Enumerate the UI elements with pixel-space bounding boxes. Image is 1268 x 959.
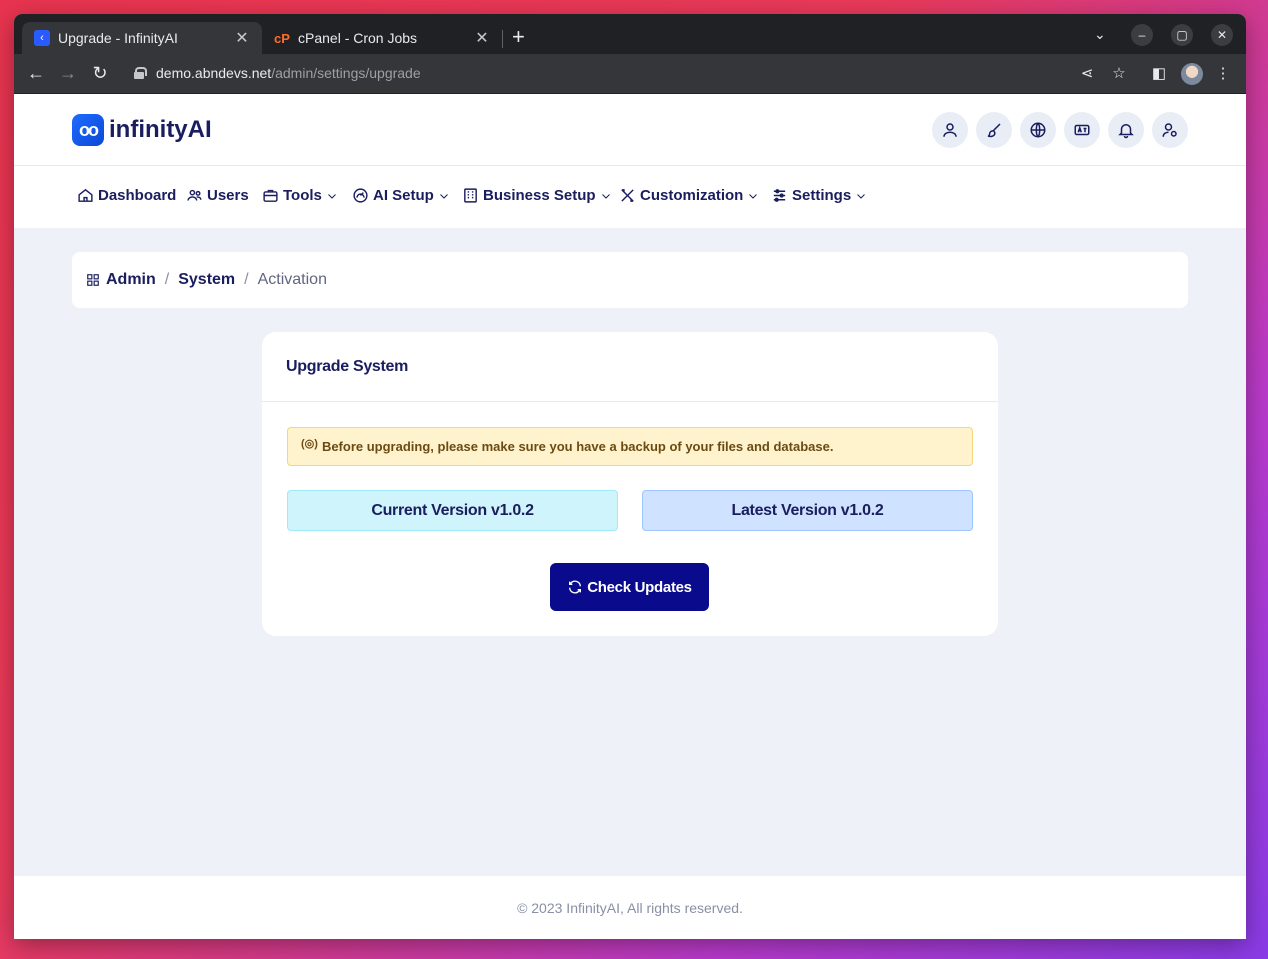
close-tab-icon[interactable]: ✕ <box>234 28 250 48</box>
upgrade-card: Upgrade System (◎) Before upgrading, ple… <box>262 332 998 636</box>
copyright-text: © 2023 InfinityAI, All rights reserved. <box>517 899 743 916</box>
nav-label: AI Setup <box>373 187 434 204</box>
close-window-icon[interactable]: ✕ <box>1211 24 1233 46</box>
nav-settings[interactable]: Settings <box>771 187 871 204</box>
tab-title: Upgrade - InfinityAI <box>58 30 178 46</box>
nav-customization[interactable]: Customization <box>619 187 763 204</box>
breadcrumb-current: Activation <box>257 271 327 288</box>
forward-arrow-icon[interactable]: → <box>57 63 79 84</box>
minimize-icon[interactable]: – <box>1131 24 1153 46</box>
breadcrumb-system[interactable]: System <box>178 271 235 289</box>
backup-warning-alert: (◎) Before upgrading, please make sure y… <box>287 427 973 466</box>
nav-label: Settings <box>792 187 852 204</box>
nav-dashboard[interactable]: Dashboard <box>77 187 176 204</box>
breadcrumb-admin[interactable]: Admin <box>106 271 156 289</box>
nav-label: Dashboard <box>98 187 177 204</box>
check-updates-label: Check Updates <box>587 578 692 596</box>
building-icon <box>464 188 477 203</box>
alert-text: Before upgrading, please make sure you h… <box>321 439 834 454</box>
tools-icon <box>621 189 634 202</box>
url-host: demo.abndevs.net <box>156 65 272 81</box>
nav-users[interactable]: Users <box>186 187 249 204</box>
refresh-icon <box>569 580 582 594</box>
bell-icon[interactable] <box>1108 112 1144 148</box>
url-field[interactable]: demo.abndevs.net/admin/settings/upgrade <box>134 65 421 81</box>
address-bar: ← → ↻ demo.abndevs.net/admin/settings/up… <box>14 54 1246 94</box>
nav-label: Business Setup <box>483 187 596 204</box>
main-nav: Dashboard Users Tools AI Setup Business … <box>14 166 1246 228</box>
tab-bar: ‹ Upgrade - InfinityAI ✕ cP cPanel - Cro… <box>14 14 1246 54</box>
brush-icon[interactable] <box>976 112 1012 148</box>
latest-version-badge: Latest Version v1.0.2 <box>642 490 973 531</box>
browser-window: ‹ Upgrade - InfinityAI ✕ cP cPanel - Cro… <box>14 14 1246 939</box>
grid-icon <box>87 274 99 286</box>
user-icon[interactable] <box>932 112 968 148</box>
sliders-icon <box>773 189 786 202</box>
nav-business-setup[interactable]: Business Setup <box>462 187 616 204</box>
card-title: Upgrade System <box>262 332 998 402</box>
users-icon <box>187 189 202 201</box>
tab-upgrade[interactable]: ‹ Upgrade - InfinityAI ✕ <box>22 22 262 54</box>
nav-label: Customization <box>640 187 744 204</box>
user-settings-icon[interactable] <box>1152 112 1188 148</box>
briefcase-icon <box>263 189 278 202</box>
chevron-down-icon <box>439 193 448 199</box>
tab-search-chevron-icon[interactable]: ⌄ <box>1094 26 1106 43</box>
side-panel-icon[interactable]: ◧ <box>1149 64 1169 82</box>
maximize-icon[interactable]: ▢ <box>1171 24 1193 46</box>
share-icon[interactable]: ⋖ <box>1077 64 1097 82</box>
infinity-logo-icon: oo <box>72 114 104 146</box>
reload-icon[interactable]: ↻ <box>89 63 111 84</box>
gauge-icon <box>353 188 368 203</box>
chevron-down-icon <box>601 193 610 199</box>
kebab-menu-icon[interactable]: ⋮ <box>1213 64 1233 82</box>
check-updates-button[interactable]: Check Updates <box>550 563 709 611</box>
cpanel-favicon-icon: cP <box>274 30 290 46</box>
url-path: /admin/settings/upgrade <box>271 65 421 81</box>
home-icon <box>78 188 93 202</box>
infinityai-favicon-icon: ‹ <box>34 30 50 46</box>
chevron-down-icon <box>749 193 758 199</box>
chevron-down-icon <box>857 193 866 199</box>
close-tab-icon[interactable]: ✕ <box>474 28 490 48</box>
language-icon[interactable] <box>1064 112 1100 148</box>
warning-icon: (◎) <box>301 438 318 450</box>
breadcrumb: Admin / System / Activation <box>72 252 1188 308</box>
breadcrumb-separator: / <box>244 271 249 288</box>
nav-label: Tools <box>283 187 322 204</box>
breadcrumb-separator: / <box>164 271 170 288</box>
chevron-down-icon <box>328 193 336 199</box>
profile-avatar[interactable] <box>1181 63 1203 85</box>
brand-name: infinityAI <box>109 116 212 143</box>
nav-label: Users <box>207 187 249 204</box>
app-header: oo infinityAI <box>14 94 1246 166</box>
brand-logo[interactable]: oo infinityAI <box>72 114 212 146</box>
current-version-badge: Current Version v1.0.2 <box>287 490 618 531</box>
new-tab-plus-icon[interactable]: + <box>512 26 525 48</box>
page-footer: © 2023 InfinityAI, All rights reserved. <box>14 876 1246 939</box>
globe-icon[interactable] <box>1020 112 1056 148</box>
tab-divider <box>502 30 503 48</box>
nav-ai-setup[interactable]: AI Setup <box>352 187 454 204</box>
nav-tools[interactable]: Tools <box>262 187 342 204</box>
back-arrow-icon[interactable]: ← <box>25 63 47 84</box>
lock-icon <box>134 67 147 79</box>
tab-title: cPanel - Cron Jobs <box>298 30 418 46</box>
tab-cpanel[interactable]: cP cPanel - Cron Jobs ✕ <box>262 22 502 54</box>
star-icon[interactable]: ☆ <box>1109 64 1129 82</box>
